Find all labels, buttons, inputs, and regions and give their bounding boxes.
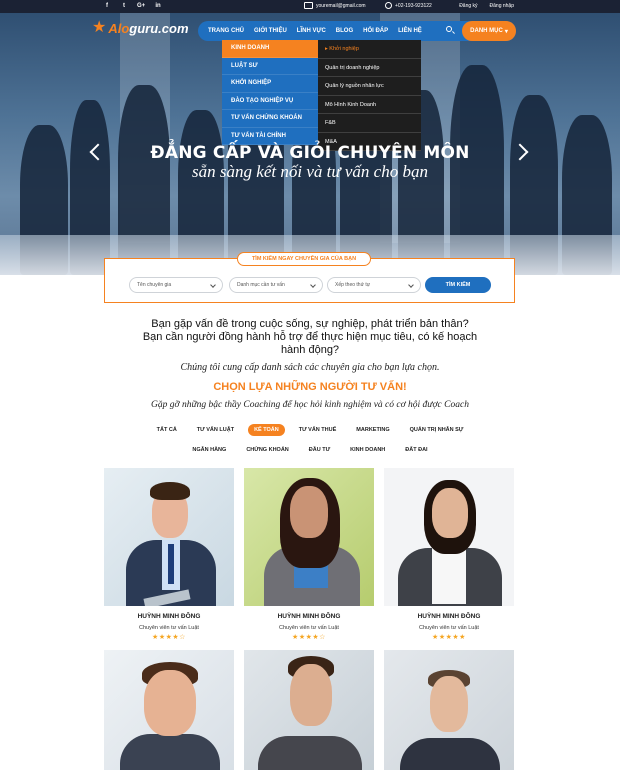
submenu-item-fnb[interactable]: F&B [318,114,421,133]
submenu-item-startup[interactable]: ▸ Khởi nghiệp [318,40,421,59]
envelope-icon [304,2,313,9]
social-links: f t G+ in [103,2,162,10]
filter-accounting[interactable]: KẾ TOÁN [248,424,285,436]
rating-stars-icon: ★★★★★ [432,634,466,641]
hero-subtitle: sẵn sàng kết nối và tư vấn cho bạn [192,162,428,181]
register-link[interactable]: Đăng ký [459,3,477,9]
hero-title: ĐẲNG CẤP VÀ GIỎI CHUYÊN MÔN [150,143,470,163]
filter-investment[interactable]: ĐẦU TƯ [303,444,336,456]
dropdown-item-securities[interactable]: TƯ VẤN CHỨNG KHOÁN [222,110,318,128]
nav-home[interactable]: TRANG CHỦ [208,28,244,34]
expert-role: Chuyên viên tư vấn Luật [419,625,479,631]
dropdown-item-business[interactable]: KINH DOANH [222,40,318,58]
expert-name: HUỲNH MINH ĐÔNG [417,613,481,620]
logo-prefix: Alo [108,20,130,36]
rating-stars-icon: ★★★★☆ [152,634,186,641]
nav-contact[interactable]: LIÊN HỆ [398,28,422,34]
expert-photo [384,468,514,606]
top-bar: f t G+ in youremail@gmail.com +02-193-92… [0,0,620,13]
search-icon[interactable] [446,26,455,35]
login-link[interactable]: Đăng nhập [490,3,514,9]
nav-fields[interactable]: LĨNH VỰC [297,28,326,34]
dropdown-item-startup[interactable]: KHỞI NGHIỆP [222,75,318,93]
facebook-icon[interactable]: f [103,2,111,10]
nav-qa[interactable]: HỎI ĐÁP [363,28,388,34]
nav-about[interactable]: GIỚI THIỆU [254,28,287,34]
expert-name-select[interactable]: Tên chuyên gia [129,277,223,293]
filter-law[interactable]: TƯ VẤN LUẬT [191,424,240,436]
chevron-down-icon: ▾ [504,28,508,35]
expert-photo [244,468,374,606]
intro-question: Bạn gặp vấn đề trong cuộc sống, sự nghiệ… [142,318,478,356]
google-plus-icon[interactable]: G+ [137,2,145,10]
search-panel-label: TÌM KIẾM NGAY CHUYÊN GIA CỦA BẠN [237,252,371,266]
submenu-item-business-model[interactable]: Mô Hình Kinh Doanh [318,96,421,114]
expert-photo [244,650,374,770]
filter-hr[interactable]: QUẢN TRỊ NHÂN SỰ [404,424,470,436]
filter-all[interactable]: TẤT CẢ [151,424,183,436]
phone-text: +02-193-923122 [395,2,432,9]
expert-role: Chuyên viên tư vấn Luật [139,625,199,631]
expert-photo [384,650,514,770]
logo-suffix: guru.com [129,20,189,36]
submenu-item-hr[interactable]: Quản lý nguồn nhân lực [318,77,421,96]
expert-search-panel: TÌM KIẾM NGAY CHUYÊN GIA CỦA BẠN Tên chu… [104,252,515,303]
auth-links: Đăng ký Đăng nhập [459,3,514,9]
filter-business[interactable]: KINH DOANH [344,444,391,456]
phone-icon [385,2,392,9]
expert-name: HUỲNH MINH ĐÔNG [137,613,201,620]
submenu-item-management[interactable]: Quản trị doanh nghiệp [318,59,421,77]
category-filters: TẤT CẢ TƯ VẤN LUẬT KẾ TOÁN TƯ VẤN THUẾ M… [150,420,470,460]
section-subtitle: Gặp gỡ những bậc thầy Coaching để học hỏ… [151,400,469,410]
filter-tax[interactable]: TƯ VẤN THUẾ [293,424,343,436]
linkedin-icon[interactable]: in [154,2,162,10]
intro-offer: Chúng tôi cung cấp danh sách các chuyên … [180,362,440,373]
fields-dropdown: KINH DOANH LUẬT SƯ KHỞI NGHIỆP ĐÀO TẠO N… [222,40,318,145]
twitter-icon[interactable]: t [120,2,128,10]
filter-real-estate[interactable]: ĐẤT ĐAI [399,444,433,456]
section-title: CHỌN LỰA NHỮNG NGƯỜI TƯ VẤN! [213,381,407,393]
filter-securities[interactable]: CHỨNG KHOÁN [240,444,294,456]
filter-marketing[interactable]: MARKETING [350,424,395,436]
star-logo-icon: ★ [92,19,107,36]
nav-blog[interactable]: BLOG [336,28,353,34]
rating-stars-icon: ★★★★☆ [292,634,326,641]
expert-name: HUỲNH MINH ĐÔNG [277,613,341,620]
category-button[interactable]: DANH MỤC ▾ [462,21,516,41]
search-button[interactable]: TÌM KIẾM [425,277,491,293]
filter-banking[interactable]: NGÂN HÀNG [186,444,232,456]
dropdown-item-training[interactable]: ĐÀO TẠO NGHIỆP VỤ [222,93,318,110]
expert-role: Chuyên viên tư vấn Luật [279,625,339,631]
category-select[interactable]: Danh mục cần tư vấn [229,277,323,293]
expert-photo [104,468,234,606]
sort-select[interactable]: Xếp theo thứ tự [327,277,421,293]
main-nav: TRANG CHỦ GIỚI THIỆU LĨNH VỰC BLOG HỎI Đ… [198,21,516,41]
contact-phone[interactable]: +02-193-923122 [385,2,432,9]
contact-email[interactable]: youremail@gmail.com [304,2,366,9]
site-logo[interactable]: ★ Aloguru.com [92,20,189,36]
expert-photo [104,650,234,770]
dropdown-item-lawyer[interactable]: LUẬT SƯ [222,58,318,75]
email-text: youremail@gmail.com [316,2,366,9]
category-button-label: DANH MỤC [470,28,503,34]
business-submenu: ▸ Khởi nghiệp Quản trị doanh nghiệp Quản… [318,40,421,151]
